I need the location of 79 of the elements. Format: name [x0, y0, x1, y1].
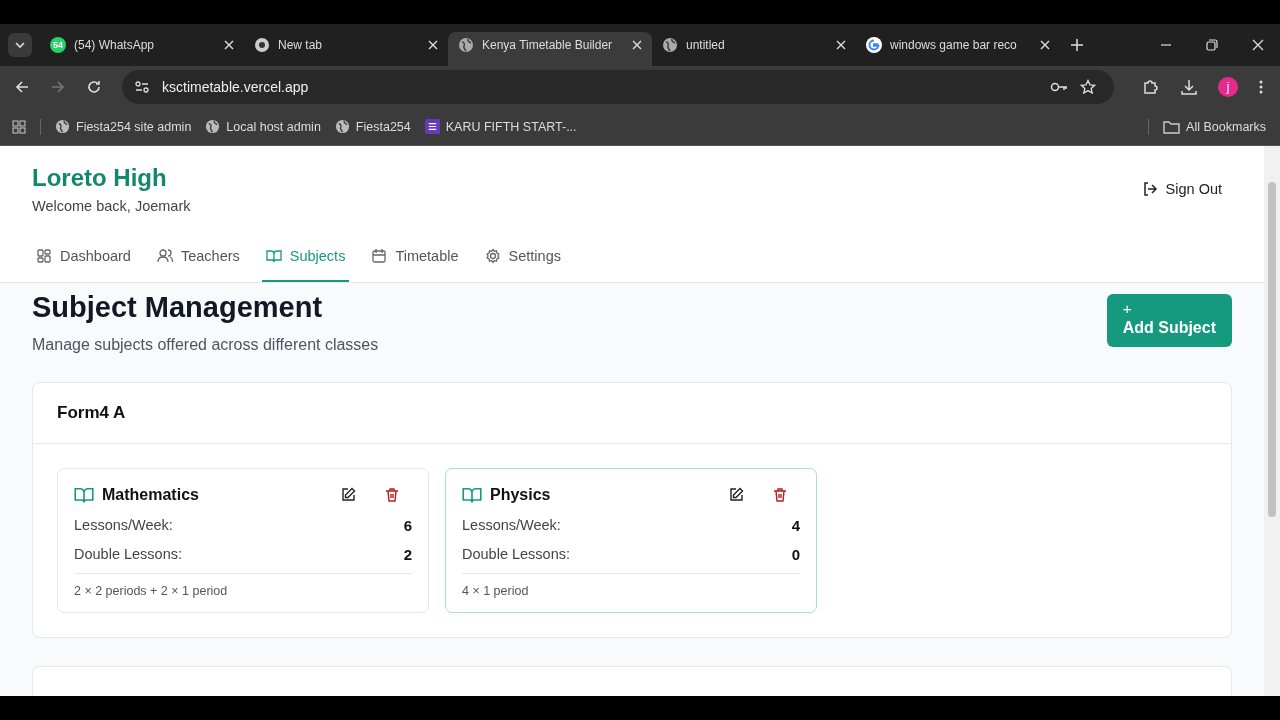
nav-tab[interactable]: Dashboard: [32, 236, 135, 282]
welcome-text: Welcome back, Joemark: [32, 198, 191, 214]
site-settings-icon[interactable]: [134, 79, 150, 95]
edit-icon[interactable]: [340, 487, 356, 503]
download-icon[interactable]: [1180, 78, 1198, 96]
globe-icon: [334, 119, 350, 134]
nav-tab[interactable]: Settings: [480, 236, 565, 282]
form-icon: [424, 119, 440, 134]
globe-icon: [205, 119, 221, 134]
dashboard-icon: [36, 248, 52, 264]
book-icon: [265, 248, 282, 264]
page-title: Subject Management: [32, 291, 324, 324]
new-tab-icon[interactable]: [1070, 38, 1084, 52]
nav-tab[interactable]: Subjects: [261, 236, 350, 282]
browser-tab[interactable]: New tab: [244, 32, 448, 66]
sign-out-icon: [1141, 181, 1158, 197]
globe-icon: [662, 37, 678, 53]
reload-icon[interactable]: [86, 79, 102, 95]
caret-icon: [14, 39, 26, 51]
folder-icon: [1163, 119, 1181, 134]
close-icon[interactable]: [836, 40, 846, 50]
nav-tab[interactable]: Teachers: [152, 236, 244, 282]
book-icon: [74, 485, 94, 505]
apps-icon[interactable]: [12, 119, 26, 134]
close-icon[interactable]: [632, 40, 642, 50]
bookmark[interactable]: KARU FIFTH START-...: [424, 119, 577, 134]
settings-icon: [484, 248, 501, 264]
period-summary: 2 × 2 periods + 2 × 1 period: [74, 584, 228, 598]
restore-icon[interactable]: [1206, 39, 1218, 51]
calendar-icon: [371, 248, 388, 264]
browser-logo-icon: [254, 37, 270, 53]
stat-label: Lessons/Week:: [462, 517, 561, 534]
users-icon: [156, 248, 173, 264]
address-bar[interactable]: ksctimetable.vercel.app: [122, 70, 1114, 104]
close-icon[interactable]: [428, 40, 438, 50]
bookmark[interactable]: Fiesta254: [334, 119, 411, 134]
stat-label: Lessons/Week:: [74, 517, 173, 534]
whatsapp-badge-icon: 54: [50, 37, 66, 53]
tab-search-button[interactable]: [8, 33, 32, 57]
school-name: Loreto High: [32, 164, 168, 192]
browser-tab[interactable]: 54 (54) WhatsApp: [40, 32, 244, 66]
back-icon[interactable]: [14, 79, 30, 95]
book-icon: [462, 485, 482, 505]
stat-value: 0: [791, 546, 800, 563]
menu-icon[interactable]: [1258, 79, 1264, 95]
add-subject-button[interactable]: + Add Subject: [1106, 294, 1232, 347]
subject-name: Mathematics: [102, 486, 199, 504]
bookmark[interactable]: Fiesta254 site admin: [55, 119, 192, 134]
close-icon[interactable]: [1252, 39, 1264, 51]
browser-tab[interactable]: windows game bar reco: [856, 32, 1060, 66]
all-bookmarks[interactable]: All Bookmarks: [1163, 119, 1266, 134]
browser-tab[interactable]: untitled: [652, 32, 856, 66]
star-icon[interactable]: [1080, 79, 1096, 95]
stat-value: 4: [791, 517, 800, 534]
delete-icon[interactable]: [384, 487, 400, 503]
stat-label: Double Lessons:: [74, 546, 182, 563]
scrollbar[interactable]: [1264, 146, 1280, 696]
globe-icon: [458, 37, 474, 53]
key-icon[interactable]: [1050, 81, 1068, 93]
sign-out-button[interactable]: Sign Out: [1131, 181, 1232, 197]
period-summary: 4 × 1 period: [462, 584, 529, 598]
browser-tab[interactable]: Kenya Timetable Builder: [448, 32, 652, 66]
globe-icon: [55, 119, 70, 134]
g-logo-icon: [866, 37, 882, 53]
stat-value: 6: [403, 517, 412, 534]
subject-name: Physics: [490, 486, 551, 504]
stat-value: 2: [403, 546, 412, 563]
stat-label: Double Lessons:: [462, 546, 570, 563]
puzzle-icon[interactable]: [1142, 78, 1160, 96]
nav-tab[interactable]: Timetable: [367, 236, 463, 282]
delete-icon[interactable]: [772, 487, 788, 503]
edit-icon[interactable]: [728, 487, 744, 503]
forward-icon[interactable]: [50, 79, 66, 95]
close-icon[interactable]: [1040, 40, 1050, 50]
class-name: Form4 A: [57, 403, 126, 422]
close-icon[interactable]: [224, 40, 234, 50]
profile-avatar[interactable]: j: [1218, 77, 1238, 97]
page-subtitle: Manage subjects offered across different classes: [32, 336, 379, 354]
bookmark[interactable]: Local host admin: [205, 119, 321, 134]
